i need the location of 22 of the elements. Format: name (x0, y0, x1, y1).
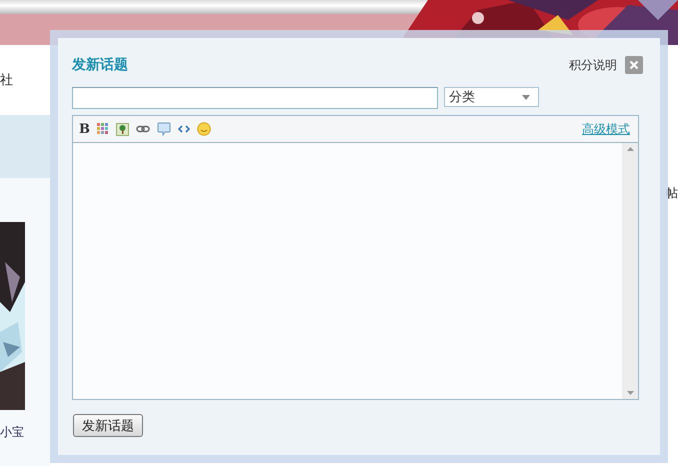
sidebar-panel (0, 115, 50, 178)
submit-button[interactable]: 发新话题 (73, 414, 143, 437)
dropdown-arrow-icon (522, 94, 530, 100)
background-text: 社 (0, 72, 13, 89)
image-caption: 小宝 (0, 424, 25, 441)
background-text: 帖 (666, 185, 678, 202)
image-icon[interactable] (116, 122, 129, 136)
bold-button[interactable]: B (79, 122, 90, 136)
scroll-down-icon[interactable] (626, 391, 634, 395)
close-icon[interactable] (625, 56, 643, 74)
smiley-icon[interactable] (197, 122, 211, 136)
scrollbar[interactable] (622, 143, 638, 399)
help-link[interactable]: 积分说明 (569, 56, 617, 74)
quote-icon[interactable] (157, 122, 171, 136)
code-icon[interactable] (178, 124, 190, 134)
link-icon[interactable] (136, 124, 150, 134)
category-select[interactable]: 分类 (444, 87, 539, 107)
subject-field[interactable] (72, 87, 438, 109)
advanced-mode-link[interactable]: 高级模式 (582, 120, 630, 138)
scroll-up-icon[interactable] (626, 147, 634, 151)
dialog-title: 发新话题 (72, 56, 128, 74)
color-icon[interactable] (97, 123, 109, 135)
